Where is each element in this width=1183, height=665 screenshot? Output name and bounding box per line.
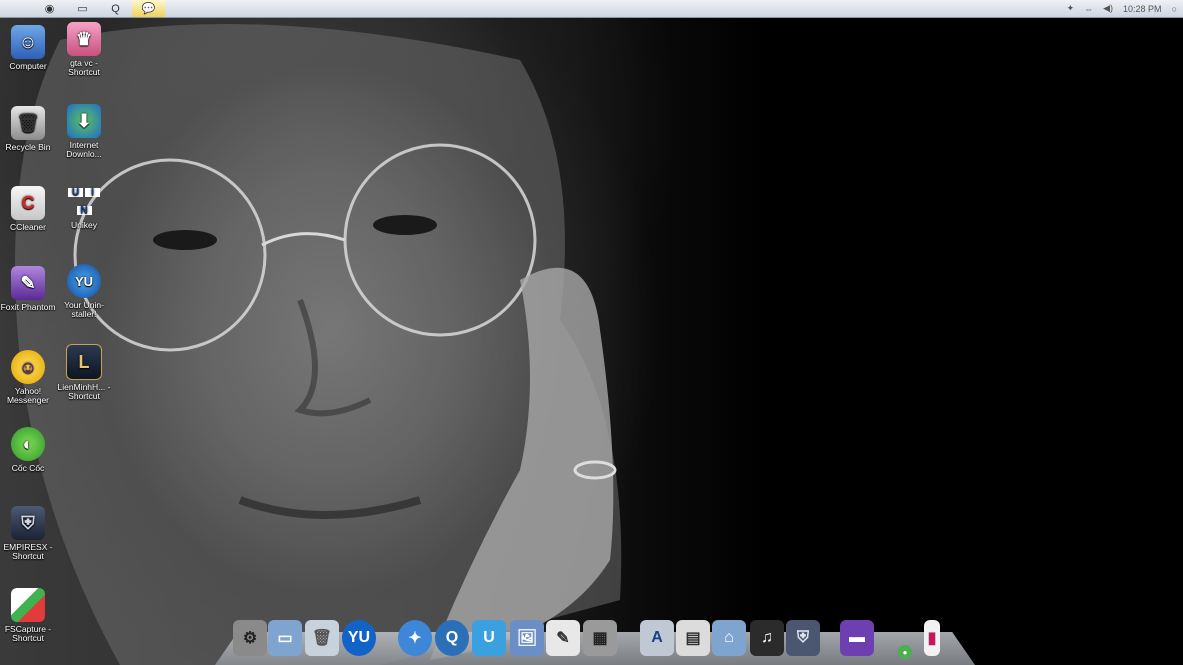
yahoo-messenger-icon: ☺ — [11, 350, 45, 384]
desktop-icon-idm[interactable]: ⬇ Internet Downlo... — [56, 104, 112, 159]
calculator-icon[interactable]: ▦ — [583, 620, 617, 656]
apple-icon[interactable] — [0, 0, 33, 17]
ccleaner-icon: C — [11, 186, 45, 220]
network-icon[interactable]: ⇔ — [1084, 4, 1093, 14]
desktop-icon-recycle-bin[interactable]: 🗑 Recycle Bin — [0, 106, 56, 152]
gta-icon: ♛ — [67, 22, 101, 56]
desktop-icon-label: FSCapture - Shortcut — [4, 624, 52, 643]
safari-icon[interactable]: ✦ — [398, 620, 432, 656]
desktop-icon-label: Your Unin-staller! — [64, 300, 104, 319]
utility-icon[interactable]: ▤ — [676, 620, 710, 656]
desktop-icon-label: Computer — [9, 61, 47, 71]
coccoc-icon: ◐ — [11, 427, 45, 461]
clock[interactable]: 10:28 PM — [1123, 4, 1162, 14]
chat-icon[interactable]: 💬 — [132, 0, 165, 17]
tray-arrow-icon[interactable]: ✦ — [1067, 3, 1075, 14]
recycle-bin-icon: 🗑 — [11, 106, 45, 140]
your-uninstaller-icon: YU — [67, 264, 101, 298]
desktop-icon-label: Internet Downlo... — [66, 140, 102, 159]
coccoc-small-icon[interactable]: ● — [898, 645, 912, 659]
ulead-icon[interactable]: U — [472, 620, 506, 656]
desktop-icon-ccleaner[interactable]: C CCleaner — [0, 186, 56, 232]
desktop-icon-computer[interactable]: ☺ Computer — [0, 25, 56, 71]
desktop-icon-coccoc[interactable]: ◐ Cốc Cốc — [0, 427, 56, 473]
lienminh-icon: L — [66, 344, 102, 380]
desktop-icon-empiresx[interactable]: ⛨ EMPIRESX - Shortcut — [0, 506, 56, 561]
spotlight-icon[interactable]: ○ — [1172, 4, 1177, 14]
desktop-icon-label: Cốc Cốc — [11, 463, 45, 473]
desktop-icon-label: Unikey — [71, 220, 97, 230]
desktop-icon-foxit[interactable]: ✎ Foxit Phantom — [0, 266, 56, 312]
library-folder-icon[interactable]: ⌂ — [712, 620, 746, 656]
desktop-icon-label: EMPIRESX - Shortcut — [3, 542, 53, 561]
computer-icon: ☺ — [11, 25, 45, 59]
desktop-icon-label: gta vc - Shortcut — [68, 58, 100, 77]
desktop-icon-label: CCleaner — [10, 222, 46, 232]
quicktime-icon[interactable]: Q — [435, 620, 469, 656]
system-preferences-icon[interactable]: ⚙ — [233, 620, 267, 656]
folder-icon[interactable]: ▭ — [268, 620, 302, 656]
desktop-icon-gta[interactable]: ♛ gta vc - Shortcut — [56, 22, 112, 77]
folder-icon[interactable]: ▭ — [66, 0, 99, 17]
wallpaper-icon[interactable]: ▬ — [840, 620, 874, 656]
foxit-phantom-icon: ✎ — [11, 266, 45, 300]
desktop-icon-label: Yahoo! Messenger — [6, 386, 50, 405]
stack-icon[interactable]: ▮ — [924, 620, 940, 656]
top-menu-bar: ◉ ▭ Q 💬 ✦ ⇔ ◀) 10:28 PM ○ — [0, 0, 1183, 18]
desktop-icon-fscapture[interactable]: FSCapture - Shortcut — [0, 588, 56, 643]
desktop-icon-unikey[interactable]: U I N Unikey — [56, 184, 112, 230]
quicktime-icon[interactable]: Q — [99, 0, 132, 17]
app-store-icon[interactable]: A — [640, 620, 674, 656]
trash-icon[interactable]: 🗑 — [305, 620, 339, 656]
system-tray: ✦ ⇔ ◀) 10:28 PM ○ — [1067, 0, 1183, 17]
desktop-wallpaper — [0, 0, 1183, 665]
keyboard-icon[interactable]: ♫ — [750, 620, 784, 656]
volume-icon[interactable]: ◀) — [1103, 3, 1113, 14]
spartan-helmet-icon[interactable]: ⛨ — [786, 620, 820, 656]
wallpaper-portrait — [15, 24, 622, 665]
empiresx-helmet-icon: ⛨ — [11, 506, 45, 540]
desktop-icon-label: Foxit Phantom — [0, 302, 56, 312]
unikey-icon: U I N — [67, 184, 101, 218]
desktop-icon-label: Recycle Bin — [5, 142, 51, 152]
desktop-icon-uninstaller[interactable]: YU Your Unin-staller! — [56, 264, 112, 319]
internet-download-manager-icon: ⬇ — [67, 104, 101, 138]
preview-icon[interactable]: 🖼 — [510, 620, 544, 656]
desktop-icon-label: LienMinhH... - Shortcut — [57, 382, 111, 401]
uninstaller-icon[interactable]: YU — [342, 620, 376, 656]
globe-icon[interactable]: ◉ — [33, 0, 66, 17]
desktop-icon-yahoo[interactable]: ☺ Yahoo! Messenger — [0, 350, 56, 405]
fscapture-icon — [11, 588, 45, 622]
textedit-icon[interactable]: ✎ — [546, 620, 580, 656]
desktop-icon-lienminh[interactable]: L LienMinhH... - Shortcut — [56, 344, 112, 401]
